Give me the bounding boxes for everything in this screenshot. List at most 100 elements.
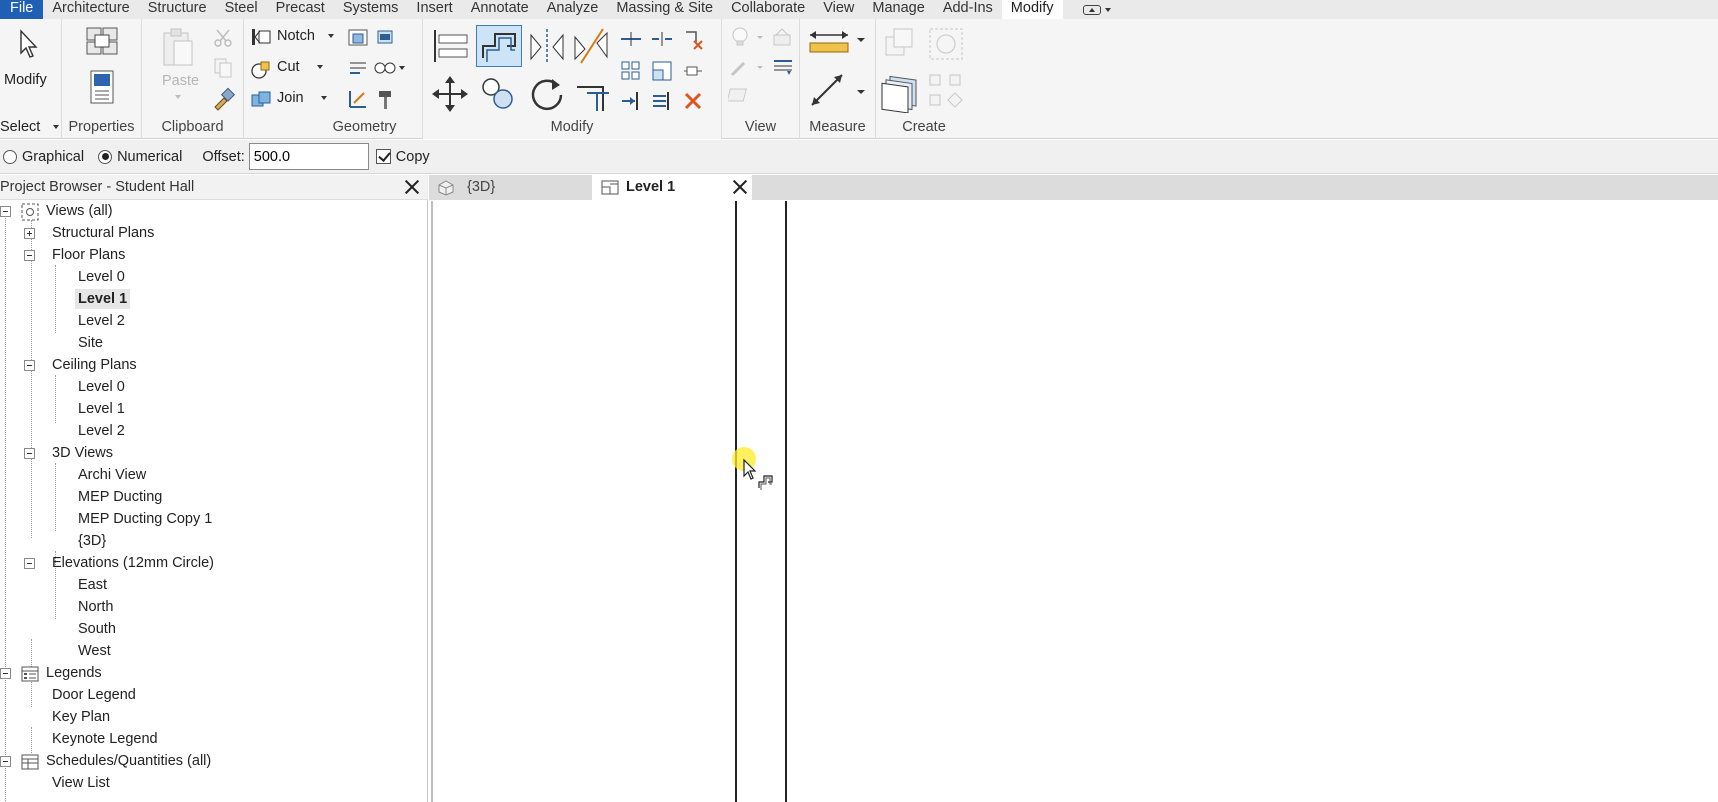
override-graphics-icon[interactable] (770, 25, 796, 49)
menu-steel[interactable]: Steel (216, 0, 267, 19)
properties-icon[interactable] (88, 69, 116, 107)
type-properties-icon[interactable] (83, 25, 121, 59)
notch-button[interactable]: Notch (277, 28, 334, 44)
menu-modify[interactable]: Modify (1001, 0, 1063, 19)
copy-to-clipboard-icon[interactable] (212, 57, 234, 79)
menu-file[interactable]: File (0, 0, 44, 19)
tab-3d[interactable]: {3D} (429, 175, 592, 200)
tree-elevations[interactable]: Elevations (12mm Circle) (52, 553, 214, 573)
create-assembly-icon[interactable] (880, 25, 920, 63)
hammer-icon[interactable] (374, 87, 398, 111)
hide-bulb-icon[interactable] (728, 25, 768, 49)
beam-column-joins-icon[interactable] (346, 87, 370, 111)
numerical-radio[interactable] (98, 149, 113, 164)
tree-3d-default[interactable]: {3D} (78, 531, 106, 551)
tree-3d-archi-view[interactable]: Archi View (78, 465, 146, 485)
tree-elevation-west[interactable]: West (78, 641, 111, 661)
menu-systems[interactable]: Systems (334, 0, 408, 19)
menu-annotate[interactable]: Annotate (462, 0, 538, 19)
offset-input[interactable] (248, 143, 369, 170)
collapse-views-toggle[interactable] (0, 206, 11, 217)
select-dropdown[interactable]: Select (0, 119, 60, 135)
tree-floor-level-0[interactable]: Level 0 (78, 267, 125, 287)
tree-legends[interactable]: Legends (46, 663, 102, 683)
menu-manage[interactable]: Manage (863, 0, 933, 19)
tree-legend-door[interactable]: Door Legend (52, 685, 136, 705)
wall-line-right[interactable] (785, 201, 787, 802)
create-parts-icon[interactable] (926, 25, 966, 63)
trim-extend-single-icon[interactable] (619, 89, 643, 113)
rotate-icon[interactable] (527, 75, 567, 115)
paint-icon[interactable] (374, 27, 398, 49)
tree-3d-mep-ducting-copy-1[interactable]: MEP Ducting Copy 1 (78, 509, 212, 529)
tree-schedule-view-list[interactable]: View List (52, 773, 110, 793)
tree-floor-level-1[interactable]: Level 1 (75, 289, 131, 309)
tree-3d-mep-ducting[interactable]: MEP Ducting (78, 487, 162, 507)
tab-level-1[interactable]: Level 1 (592, 175, 752, 200)
tree-ceiling-level-0[interactable]: Level 0 (78, 377, 125, 397)
cut-button[interactable]: Cut (277, 59, 323, 75)
menu-insert[interactable]: Insert (407, 0, 461, 19)
graphical-option[interactable]: Graphical (3, 149, 84, 165)
menu-architecture[interactable]: Architecture (43, 0, 138, 19)
pin-icon[interactable] (681, 59, 705, 83)
demolish-icon[interactable] (372, 57, 406, 79)
tree-floor-plans[interactable]: Floor Plans (52, 245, 125, 265)
mirror-pick-axis-icon[interactable] (527, 27, 567, 65)
close-tab-icon[interactable] (732, 179, 748, 195)
menu-view[interactable]: View (814, 0, 863, 19)
scale-icon[interactable] (650, 59, 674, 83)
menu-collaborate[interactable]: Collaborate (722, 0, 814, 19)
menu-add-ins[interactable]: Add-Ins (934, 0, 1002, 19)
close-browser-icon[interactable] (404, 179, 420, 195)
split-element-icon[interactable] (619, 29, 643, 49)
ribbon-display-toggle[interactable] (1082, 0, 1111, 19)
align-icon[interactable] (431, 27, 471, 65)
numerical-option[interactable]: Numerical (98, 149, 182, 165)
tree-elevation-east[interactable]: East (78, 575, 107, 595)
tree-ceiling-level-1[interactable]: Level 1 (78, 399, 125, 419)
unpin-icon[interactable] (681, 27, 705, 51)
aligned-dimension-icon[interactable] (806, 69, 868, 111)
tree-elevation-south[interactable]: South (78, 619, 116, 639)
join-button[interactable]: Join (277, 90, 327, 106)
collapse-schedules-toggle[interactable] (0, 756, 11, 767)
tree-schedules[interactable]: Schedules/Quantities (all) (46, 751, 211, 771)
create-group-icon[interactable] (880, 71, 922, 113)
move-icon[interactable] (431, 75, 469, 113)
wall-line-left[interactable] (735, 201, 737, 802)
paste-button[interactable]: Paste (162, 73, 199, 89)
mirror-draw-axis-icon[interactable] (571, 27, 611, 65)
collapse-legends-toggle[interactable] (0, 668, 11, 679)
trim-extend-multiple-icon[interactable] (650, 89, 674, 113)
tree-floor-site[interactable]: Site (78, 333, 103, 353)
modify-button[interactable]: Modify (4, 72, 47, 88)
menu-precast[interactable]: Precast (267, 0, 334, 19)
menu-structure[interactable]: Structure (139, 0, 216, 19)
expand-structural-plans-toggle[interactable] (24, 228, 35, 239)
split-with-gap-icon[interactable] (650, 29, 674, 49)
create-similar-icon[interactable] (926, 71, 966, 111)
measure-between-references-icon[interactable] (806, 27, 868, 57)
collapse-elevations-toggle[interactable] (24, 558, 35, 569)
tree-ceiling-level-2[interactable]: Level 2 (78, 421, 125, 441)
filter-lines-icon[interactable] (770, 55, 796, 79)
match-properties-icon[interactable] (212, 87, 236, 111)
collapse-3d-views-toggle[interactable] (24, 448, 35, 459)
tree-legend-key-plan[interactable]: Key Plan (52, 707, 110, 727)
copy-icon[interactable] (479, 75, 517, 113)
graphical-radio[interactable] (3, 149, 17, 164)
wall-joins-icon[interactable] (346, 57, 370, 79)
tree-3d-views[interactable]: 3D Views (52, 443, 113, 463)
drawing-canvas[interactable] (431, 201, 1718, 802)
menu-analyze[interactable]: Analyze (538, 0, 608, 19)
offset-tool-active[interactable] (476, 25, 522, 67)
tree-ceiling-plans[interactable]: Ceiling Plans (52, 355, 137, 375)
split-face-icon[interactable] (346, 27, 370, 49)
collapse-ceiling-plans-toggle[interactable] (24, 360, 35, 371)
cut-scissors-icon[interactable] (212, 27, 234, 49)
tree-elevation-north[interactable]: North (78, 597, 113, 617)
tree-structural-plans[interactable]: Structural Plans (52, 223, 154, 243)
halftone-icon[interactable] (728, 83, 754, 107)
linework-icon[interactable] (728, 55, 768, 79)
